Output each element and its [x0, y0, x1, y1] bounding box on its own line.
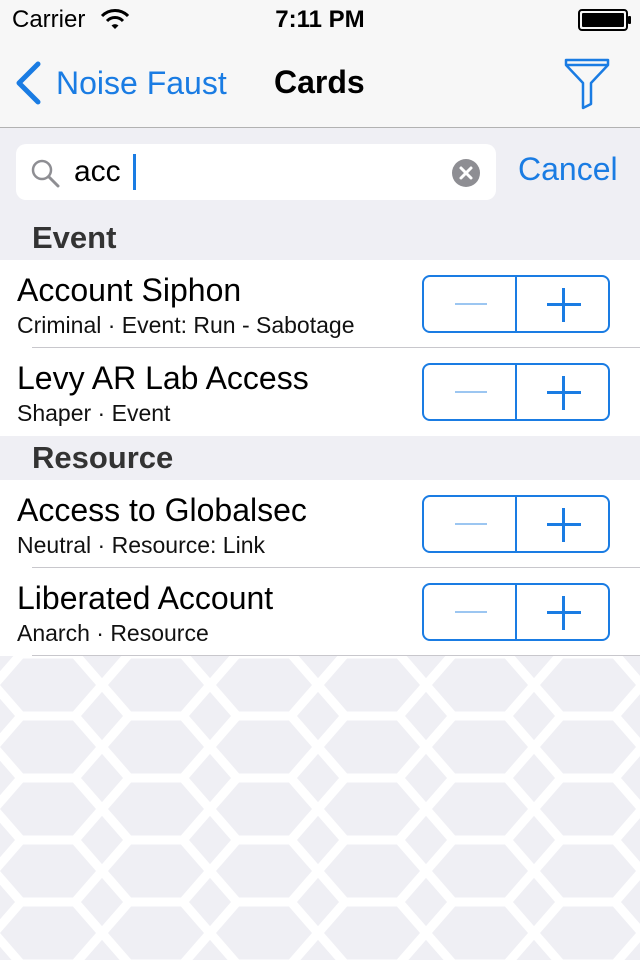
search-input[interactable] — [74, 152, 444, 192]
card-title: Levy AR Lab Access — [17, 360, 309, 396]
decrement-button[interactable] — [424, 585, 517, 639]
card-title: Access to Globalsec — [17, 492, 307, 528]
navigation-bar: Noise Faust Cards — [0, 40, 640, 128]
card-subtitle: Criminal · Event: Run - Sabotage — [17, 312, 355, 338]
increment-button[interactable] — [517, 497, 608, 551]
text-caret — [133, 154, 136, 190]
hexagon-pattern — [0, 656, 640, 960]
decrement-button[interactable] — [424, 365, 517, 419]
list-item[interactable]: Liberated Account Anarch · Resource — [0, 568, 640, 656]
list-item[interactable]: Account Siphon Criminal · Event: Run - S… — [0, 260, 640, 348]
section-header-label: Resource — [32, 440, 174, 475]
back-button[interactable]: Noise Faust — [14, 58, 227, 108]
chevron-left-icon — [16, 61, 41, 105]
quantity-stepper — [422, 363, 610, 421]
card-title: Liberated Account — [17, 580, 274, 616]
status-bar: Carrier 7:11 PM — [0, 0, 640, 40]
increment-button[interactable] — [517, 277, 608, 331]
search-icon — [31, 159, 60, 188]
quantity-stepper — [422, 583, 610, 641]
list-item[interactable]: Levy AR Lab Access Shaper · Event — [0, 348, 640, 436]
status-time: 7:11 PM — [275, 6, 365, 33]
search-field[interactable] — [16, 144, 496, 200]
section-header-label: Event — [32, 220, 117, 255]
card-subtitle: Shaper · Event — [17, 400, 171, 426]
quantity-stepper — [422, 275, 610, 333]
battery-icon — [578, 9, 631, 31]
increment-button[interactable] — [517, 365, 608, 419]
cancel-button[interactable]: Cancel — [518, 151, 618, 188]
card-title: Account Siphon — [17, 272, 242, 308]
list-item[interactable]: Access to Globalsec Neutral · Resource: … — [0, 480, 640, 568]
section-header-resource: Resource — [0, 436, 640, 480]
card-subtitle: Neutral · Resource: Link — [17, 532, 265, 558]
decrement-button[interactable] — [424, 497, 517, 551]
decrement-button[interactable] — [424, 277, 517, 331]
increment-button[interactable] — [517, 585, 608, 639]
back-button-label: Noise Faust — [56, 64, 227, 101]
honeycomb-background — [0, 656, 640, 960]
search-bar: Cancel — [0, 129, 640, 216]
quantity-stepper — [422, 495, 610, 553]
section-header-event: Event — [0, 216, 640, 260]
filter-funnel-icon[interactable] — [562, 54, 612, 110]
card-subtitle: Anarch · Resource — [17, 620, 209, 646]
page-title: Cards — [274, 64, 365, 100]
clear-text-icon[interactable] — [452, 159, 480, 187]
